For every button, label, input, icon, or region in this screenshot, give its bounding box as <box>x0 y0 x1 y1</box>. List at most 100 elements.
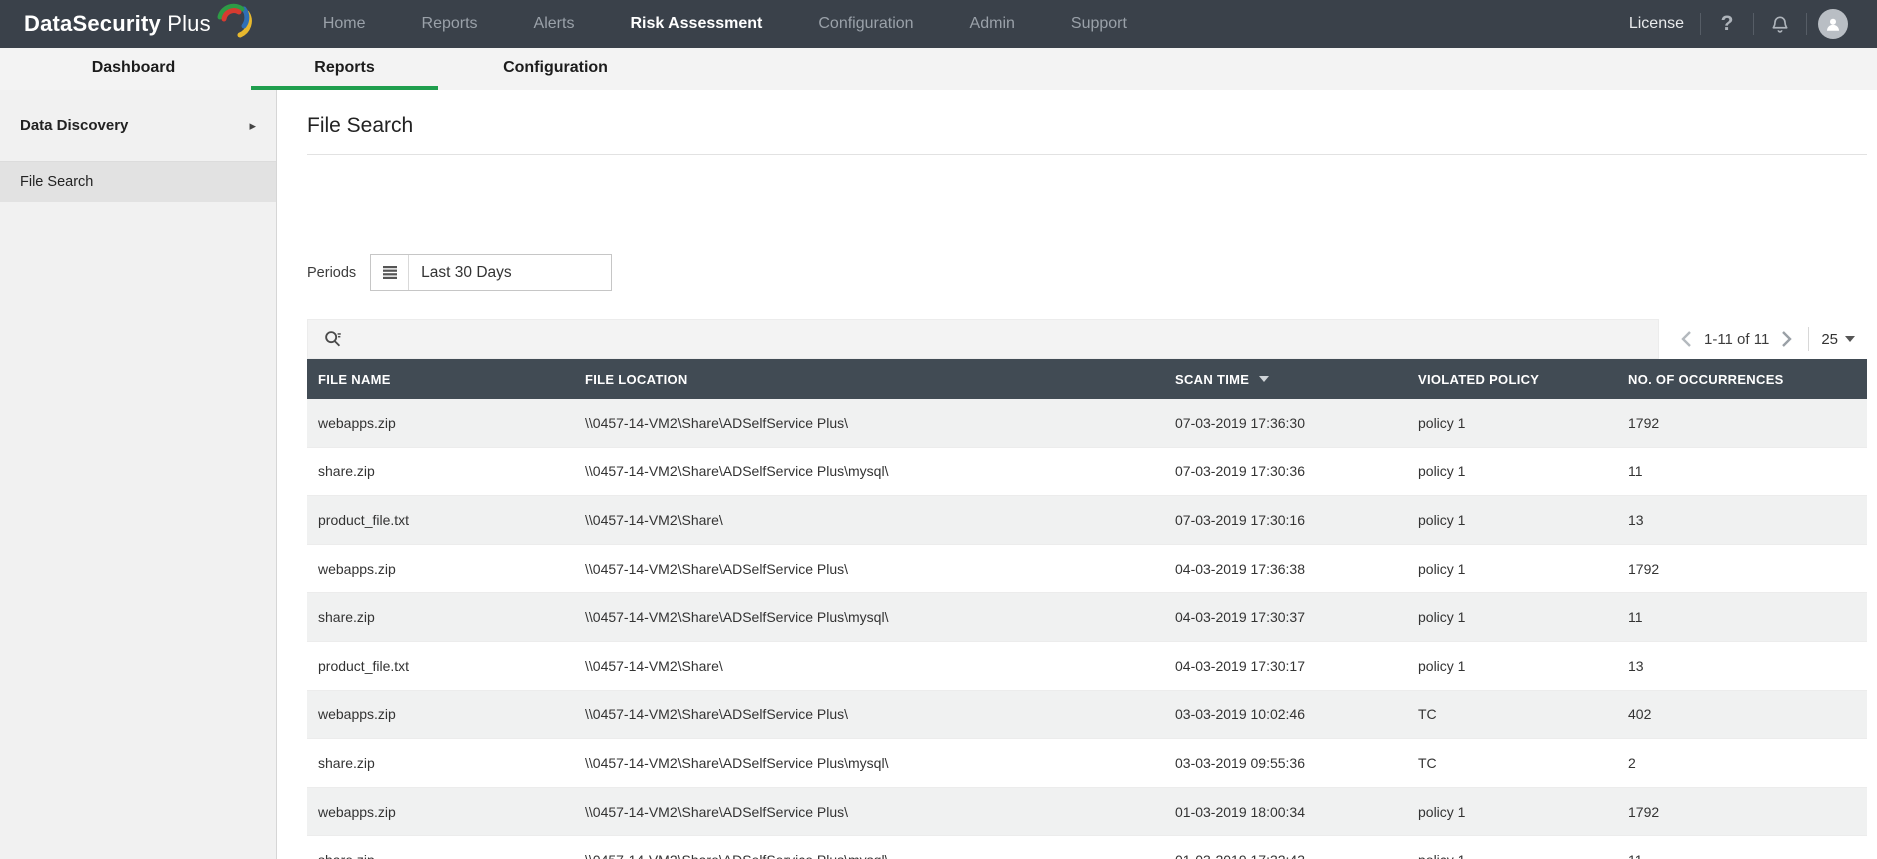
sort-desc-icon <box>1259 376 1270 382</box>
periods-value: Last 30 Days <box>421 263 512 281</box>
cell-violated-policy: policy 1 <box>1418 560 1466 577</box>
cell-file-name: webapps.zip <box>318 414 396 431</box>
cell-scan-time: 03-03-2019 09:55:36 <box>1175 754 1305 771</box>
topnav-item[interactable]: Home <box>295 0 394 48</box>
calendar-icon <box>371 255 410 290</box>
table-row: webapps.zip \\0457-14-VM2\Share\ADSelfSe… <box>307 545 1867 594</box>
chevron-down-icon <box>1845 336 1855 342</box>
table-row: share.zip \\0457-14-VM2\Share\ADSelfServ… <box>307 448 1867 497</box>
page-title: File Search <box>307 114 414 137</box>
page-size-value: 25 <box>1821 330 1838 348</box>
logo-swirl-icon <box>217 3 252 38</box>
cell-file-name: product_file.txt <box>318 657 410 674</box>
cell-scan-time: 01-03-2019 18:00:34 <box>1175 803 1305 820</box>
topnav-item[interactable]: Alerts <box>506 0 603 48</box>
column-header-file-location[interactable]: FILE LOCATION <box>585 372 1175 387</box>
top-navbar: DataSecurity Plus Home Reports Alerts Ri… <box>0 0 1877 48</box>
table-header: FILE NAME FILE LOCATION SCAN TIME VIOLAT… <box>307 359 1867 399</box>
chevron-right-icon: ▸ <box>249 117 256 133</box>
previous-page-icon[interactable] <box>1673 331 1700 347</box>
license-link[interactable]: License <box>1613 15 1700 33</box>
cell-occurrences: 13 <box>1628 511 1644 528</box>
table-body: webapps.zip \\0457-14-VM2\Share\ADSelfSe… <box>307 399 1867 859</box>
topnav-item[interactable]: Configuration <box>790 0 941 48</box>
topnav-item[interactable]: Support <box>1043 0 1155 48</box>
table-search-strip <box>307 319 1659 359</box>
title-divider <box>307 154 1867 155</box>
cell-violated-policy: policy 1 <box>1418 657 1466 674</box>
cell-occurrences: 1792 <box>1628 560 1660 577</box>
periods-label: Periods <box>307 264 357 281</box>
app-logo[interactable]: DataSecurity Plus <box>0 3 253 40</box>
cell-scan-time: 03-03-2019 10:02:46 <box>1175 706 1305 723</box>
cell-file-name: share.zip <box>318 463 375 480</box>
sidebar-group-label: Data Discovery <box>20 117 129 134</box>
cell-occurrences: 1792 <box>1628 414 1660 431</box>
cell-occurrences: 11 <box>1628 852 1867 859</box>
cell-file-name: product_file.txt <box>318 511 410 528</box>
topnav-item[interactable]: Risk Assessment <box>602 0 790 48</box>
column-header-occurrences[interactable]: NO. OF OCCURRENCES <box>1628 372 1867 387</box>
cell-scan-time: 07-03-2019 17:30:16 <box>1175 511 1305 528</box>
table-row: webapps.zip \\0457-14-VM2\Share\ADSelfSe… <box>307 399 1867 448</box>
cell-violated-policy: TC <box>1418 754 1437 771</box>
table-row: share.zip \\0457-14-VM2\Share\ADSelfServ… <box>307 739 1867 788</box>
cell-file-location: \\0457-14-VM2\Share\ADSelfService Plus\ <box>585 560 849 577</box>
table-row: share.zip \\0457-14-VM2\Share\ADSelfServ… <box>307 593 1867 642</box>
periods-selector[interactable]: Last 30 Days <box>370 254 613 291</box>
page-size-select[interactable]: 25 <box>1821 331 1863 348</box>
cell-occurrences: 402 <box>1628 706 1652 723</box>
periods-row: Periods Last 30 Days <box>307 254 1867 291</box>
cell-violated-policy: policy 1 <box>1418 414 1466 431</box>
search-icon[interactable] <box>322 328 344 350</box>
sidebar-item-file-search[interactable]: File Search <box>0 162 276 202</box>
pagination-range: 1-11 of 11 <box>1703 330 1770 348</box>
cell-scan-time: 07-03-2019 17:30:36 <box>1175 463 1305 480</box>
cell-scan-time: 07-03-2019 17:36:30 <box>1175 414 1305 431</box>
main-content: File Search Periods Last 30 Days 1-11 of… <box>277 90 1877 859</box>
cell-violated-policy: policy 1 <box>1418 511 1466 528</box>
secondary-tab[interactable]: Reports <box>251 48 438 90</box>
cell-scan-time: 04-03-2019 17:30:17 <box>1175 657 1305 674</box>
cell-file-name: share.zip <box>318 754 375 771</box>
table-row: product_file.txt \\0457-14-VM2\Share\ 07… <box>307 496 1867 545</box>
pagination: 1-11 of 11 25 <box>1658 319 1867 359</box>
divider <box>1808 327 1810 351</box>
column-header-scan-time[interactable]: SCAN TIME <box>1175 372 1418 387</box>
topnav-item[interactable]: Reports <box>394 0 506 48</box>
table-row: share.zip \\0457-14-VM2\Share\ADSelfServ… <box>307 836 1867 859</box>
topnav-item[interactable]: Admin <box>942 0 1043 48</box>
cell-file-location: \\0457-14-VM2\Share\ADSelfService Plus\ <box>585 803 849 820</box>
next-page-icon[interactable] <box>1773 331 1800 347</box>
cell-violated-policy: TC <box>1418 706 1437 723</box>
cell-file-name: share.zip <box>307 852 585 859</box>
cell-file-name: webapps.zip <box>318 803 396 820</box>
sidebar-group-data-discovery[interactable]: Data Discovery ▸ <box>0 90 276 162</box>
table-row: webapps.zip \\0457-14-VM2\Share\ADSelfSe… <box>307 787 1867 837</box>
cell-file-location: \\0457-14-VM2\Share\ <box>585 657 723 674</box>
column-header-file-name[interactable]: FILE NAME <box>307 372 585 387</box>
secondary-tabs: Dashboard Reports Configuration <box>0 48 1877 90</box>
secondary-tab[interactable]: Dashboard <box>40 48 227 90</box>
table-row: product_file.txt \\0457-14-VM2\Share\ 04… <box>307 642 1867 691</box>
app-window: DataSecurity Plus Home Reports Alerts Ri… <box>0 0 1877 859</box>
cell-file-location: \\0457-14-VM2\Share\ADSelfService Plus\ <box>585 414 849 431</box>
cell-file-location: \\0457-14-VM2\Share\ADSelfService Plus\m… <box>585 609 889 626</box>
user-avatar[interactable] <box>1807 9 1859 39</box>
cell-violated-policy: policy 1 <box>1418 609 1466 626</box>
cell-occurrences: 11 <box>1628 463 1643 480</box>
cell-file-location: \\0457-14-VM2\Share\ADSelfService Plus\m… <box>585 852 1175 859</box>
cell-scan-time: 01-03-2019 17:32:43 <box>1175 852 1418 859</box>
cell-violated-policy: policy 1 <box>1418 852 1628 859</box>
sidebar: Data Discovery ▸ File Search <box>0 90 277 859</box>
secondary-tab[interactable]: Configuration <box>462 48 649 90</box>
table-row: webapps.zip \\0457-14-VM2\Share\ADSelfSe… <box>307 690 1867 740</box>
notification-bell-icon[interactable] <box>1754 14 1806 34</box>
cell-file-location: \\0457-14-VM2\Share\ADSelfService Plus\m… <box>585 754 889 771</box>
cell-file-name: webapps.zip <box>318 706 396 723</box>
cell-violated-policy: policy 1 <box>1418 803 1466 820</box>
column-header-violated-policy[interactable]: VIOLATED POLICY <box>1418 372 1628 387</box>
help-icon[interactable]: ? <box>1701 12 1753 36</box>
table-toolbar: 1-11 of 11 25 <box>307 319 1867 359</box>
cell-file-location: \\0457-14-VM2\Share\ <box>585 511 723 528</box>
